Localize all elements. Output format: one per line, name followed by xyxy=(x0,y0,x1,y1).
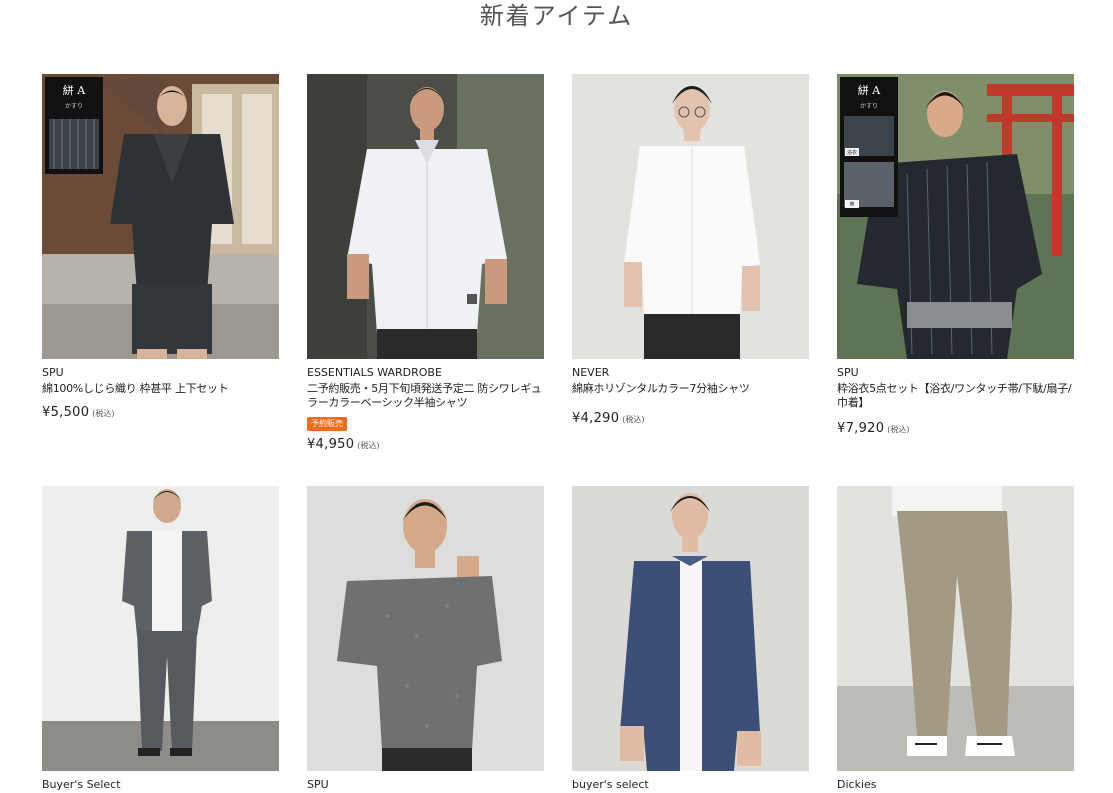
jinbei-photo-icon: 絣 A かすり xyxy=(42,74,279,359)
product-card[interactable]: buyer's select xyxy=(572,486,809,793)
product-name[interactable]: 綿100%しじら織り 枠甚平 上下セット xyxy=(42,382,279,396)
svg-text:絣 A: 絣 A xyxy=(63,83,86,97)
product-image[interactable] xyxy=(572,486,809,771)
product-image[interactable]: 絣 A かすり 浴衣 帯 xyxy=(837,74,1074,359)
product-image[interactable]: 絣 A かすり xyxy=(42,74,279,359)
fabric-swatch: 絣 A かすり xyxy=(45,77,103,174)
product-card[interactable]: Dickies xyxy=(837,486,1074,793)
chino-pants-photo-icon xyxy=(837,486,1074,771)
fabric-swatch: 絣 A かすり 浴衣 帯 xyxy=(840,77,898,217)
product-brand[interactable]: Dickies xyxy=(837,778,1074,792)
product-brand[interactable]: Buyer's Select xyxy=(42,778,279,792)
product-card[interactable]: ESSENTIALS WARDROBE 二予約販売・5月下旬頃発送予定二 防シワ… xyxy=(307,74,544,486)
svg-text:かすり: かすり xyxy=(860,103,878,110)
svg-text:絣 A: 絣 A xyxy=(858,83,881,97)
product-grid: 絣 A かすり SPU 綿100%しじら織り 枠甚平 上下セット ¥5,500(… xyxy=(42,74,1074,793)
product-card[interactable]: 絣 A かすり 浴衣 帯 SPU 粋浴衣5点セット【浴衣/ワンタッチ帯/下駄/扇… xyxy=(837,74,1074,486)
knit-tee-photo-icon xyxy=(307,486,544,771)
product-name[interactable]: 粋浴衣5点セット【浴衣/ワンタッチ帯/下駄/扇子/巾着】 xyxy=(837,382,1074,410)
preorder-badge: 予約販売 xyxy=(307,417,347,431)
product-brand[interactable]: SPU xyxy=(837,366,1074,380)
tax-label: (税込) xyxy=(887,425,910,434)
setup-photo-icon xyxy=(42,486,279,771)
product-image[interactable] xyxy=(307,74,544,359)
white-shirt-photo-icon xyxy=(307,74,544,359)
product-price: ¥4,950 (税込) xyxy=(307,437,544,454)
svg-text:浴衣: 浴衣 xyxy=(847,149,857,156)
section-title: 新着アイテム xyxy=(479,2,634,30)
product-image[interactable] xyxy=(307,486,544,771)
product-card[interactable]: SPU xyxy=(307,486,544,793)
svg-text:かすり: かすり xyxy=(65,103,83,110)
product-brand[interactable]: NEVER xyxy=(572,366,809,380)
product-name[interactable]: 二予約販売・5月下旬頃発送予定二 防シワレギュラーカラーベーシック半袖シャツ xyxy=(307,382,544,410)
svg-text:帯: 帯 xyxy=(849,201,854,208)
price-value: ¥4,950 xyxy=(307,437,355,452)
product-image[interactable] xyxy=(837,486,1074,771)
product-brand[interactable]: SPU xyxy=(42,366,279,380)
denim-shirt-photo-icon xyxy=(572,486,809,771)
yukata-photo-icon: 絣 A かすり 浴衣 帯 xyxy=(837,74,1074,359)
tax-label: (税込) xyxy=(357,441,380,450)
product-price: ¥4,290 (税込) xyxy=(572,411,809,428)
price-value: ¥4,290 xyxy=(572,411,620,426)
product-name[interactable]: 綿麻ホリゾンタルカラー7分袖シャツ xyxy=(572,382,809,396)
product-price: ¥7,920 (税込) xyxy=(837,421,1074,438)
product-image[interactable] xyxy=(572,74,809,359)
product-image[interactable] xyxy=(42,486,279,771)
tax-label: (税込) xyxy=(92,409,115,418)
tax-label: (税込) xyxy=(622,415,645,424)
product-brand[interactable]: ESSENTIALS WARDROBE xyxy=(307,366,544,380)
product-brand[interactable]: SPU xyxy=(307,778,544,792)
price-value: ¥7,920 xyxy=(837,421,885,436)
page: 新着アイテム 絣 A かすり SPU 綿100%しじら織り 枠甚平 上下セット … xyxy=(0,0,1113,793)
white-shirt-photo-icon xyxy=(572,74,809,359)
product-card[interactable]: NEVER 綿麻ホリゾンタルカラー7分袖シャツ ¥4,290 (税込) xyxy=(572,74,809,486)
price-value: ¥5,500 xyxy=(42,405,90,420)
product-card[interactable]: 絣 A かすり SPU 綿100%しじら織り 枠甚平 上下セット ¥5,500(… xyxy=(42,74,279,486)
product-card[interactable]: Buyer's Select xyxy=(42,486,279,793)
product-brand[interactable]: buyer's select xyxy=(572,778,809,792)
product-price: ¥5,500 (税込) xyxy=(42,405,279,422)
